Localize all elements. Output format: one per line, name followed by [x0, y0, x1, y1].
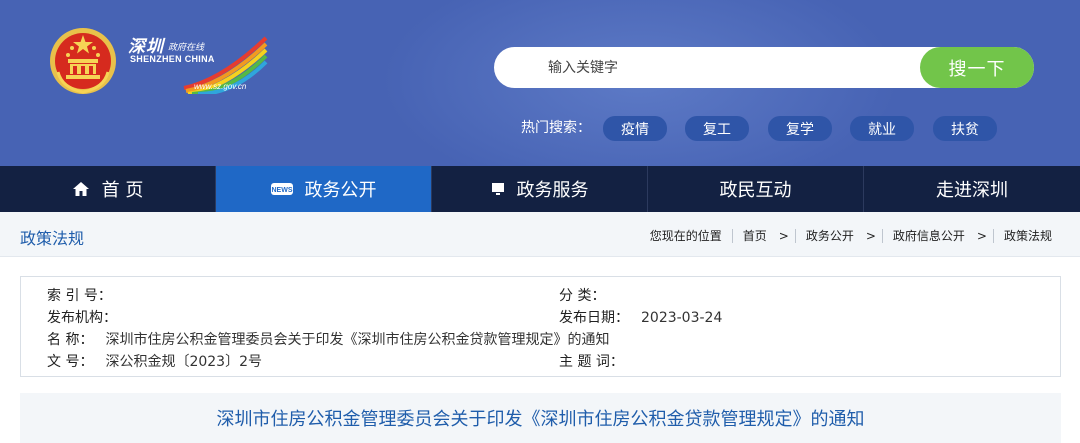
breadcrumb-link-gov-affairs[interactable]: 政务公开	[806, 227, 854, 244]
home-icon	[72, 181, 90, 197]
logo-url-text: www.sz.gov.cn	[194, 82, 247, 91]
monitor-icon	[491, 182, 505, 196]
breadcrumb-bar: 政策法规 您现在的位置 首页 > 政务公开 > 政府信息公开 > 政策法规	[0, 212, 1080, 257]
hot-search-tag[interactable]: 复学	[768, 116, 832, 141]
national-emblem-icon	[50, 28, 116, 94]
nav-item-label: 走进深圳	[936, 180, 1008, 201]
info-row-docno: 文 号： 深公积金规〔2023〕2号	[47, 351, 262, 371]
hot-search-tag[interactable]: 复工	[685, 116, 749, 141]
nav-item-about-shenzhen[interactable]: 走进深圳	[864, 166, 1080, 212]
index-label: 索 引 号：	[47, 288, 112, 304]
hot-search-tag[interactable]: 就业	[850, 116, 914, 141]
logo-en-text: SHENZHEN CHINA	[130, 54, 215, 64]
info-row-index: 索 引 号：	[47, 285, 124, 305]
info-row-issuer: 发布机构：	[47, 307, 129, 327]
docno-value: 深公积金规〔2023〕2号	[105, 354, 262, 370]
document-title-bar: 深圳市住房公积金管理委员会关于印发《深圳市住房公积金贷款管理规定》的通知	[20, 393, 1061, 443]
logo-cn-subtext: 政府在线	[168, 43, 205, 53]
breadcrumb-arrow-icon: >	[976, 228, 987, 243]
issuer-label: 发布机构：	[47, 310, 117, 326]
breadcrumb-divider	[794, 228, 796, 243]
svg-text:NEWS: NEWS	[271, 187, 292, 194]
info-row-keywords: 主 题 词：	[559, 351, 636, 371]
site-header: 深圳 政府在线 SHENZHEN CHINA www.sz.gov.cn 搜一下…	[0, 0, 1080, 166]
news-icon: NEWS	[270, 183, 293, 195]
date-value: 2023-03-24	[641, 310, 723, 326]
section-title: 政策法规	[20, 229, 85, 248]
date-label: 发布日期：	[559, 310, 629, 326]
breadcrumb-link-home[interactable]: 首页	[743, 227, 767, 244]
breadcrumb: 您现在的位置 首页 > 政务公开 > 政府信息公开 > 政策法规	[650, 227, 1052, 244]
breadcrumb-link-gov-info[interactable]: 政府信息公开	[893, 227, 965, 244]
search-input[interactable]	[518, 47, 908, 88]
search-box: 搜一下	[494, 47, 1034, 88]
breadcrumb-divider	[731, 228, 733, 243]
breadcrumb-arrow-icon: >	[865, 228, 876, 243]
name-label: 名 称：	[47, 332, 94, 348]
info-row-category: 分 类：	[559, 285, 617, 305]
document-title: 深圳市住房公积金管理委员会关于印发《深圳市住房公积金贷款管理规定》的通知	[216, 409, 865, 430]
breadcrumb-divider	[992, 228, 994, 243]
docno-label: 文 号：	[47, 354, 94, 370]
nav-item-label: 政务公开	[304, 180, 377, 201]
search-button[interactable]: 搜一下	[920, 47, 1034, 88]
name-value: 深圳市住房公积金管理委员会关于印发《深圳市住房公积金贷款管理规定》的通知	[105, 332, 610, 348]
main-nav: 首 页 NEWS 政务公开 政务服务 政民互动 走进深圳	[0, 166, 1080, 212]
nav-item-label: 政务服务	[516, 180, 589, 201]
nav-item-label: 政民互动	[719, 180, 792, 201]
nav-item-interaction[interactable]: 政民互动	[648, 166, 864, 212]
shenzhen-logo[interactable]: 深圳 政府在线 SHENZHEN CHINA www.sz.gov.cn	[126, 26, 268, 98]
nav-item-gov-services[interactable]: 政务服务	[432, 166, 648, 212]
nav-item-home[interactable]: 首 页	[0, 166, 216, 212]
nav-item-label: 首 页	[101, 180, 144, 201]
document-info-box: 索 引 号： 分 类： 发布机构： 发布日期： 2023-03-24 名 称： 深圳…	[20, 276, 1061, 377]
keywords-label: 主 题 词：	[559, 354, 624, 370]
breadcrumb-divider	[881, 228, 883, 243]
breadcrumb-link-policy[interactable]: 政策法规	[1004, 227, 1052, 244]
hot-search-label: 热门搜索：	[521, 120, 591, 136]
hot-search-tag[interactable]: 疫情	[603, 116, 667, 141]
nav-item-gov-affairs[interactable]: NEWS 政务公开	[216, 166, 432, 212]
breadcrumb-arrow-icon: >	[778, 228, 789, 243]
category-label: 分 类：	[559, 288, 606, 304]
info-row-name: 名 称： 深圳市住房公积金管理委员会关于印发《深圳市住房公积金贷款管理规定》的通知	[47, 329, 609, 349]
hot-search-tag[interactable]: 扶贫	[933, 116, 997, 141]
breadcrumb-location-label: 您现在的位置	[649, 229, 722, 243]
info-row-date: 发布日期： 2023-03-24	[559, 307, 722, 327]
